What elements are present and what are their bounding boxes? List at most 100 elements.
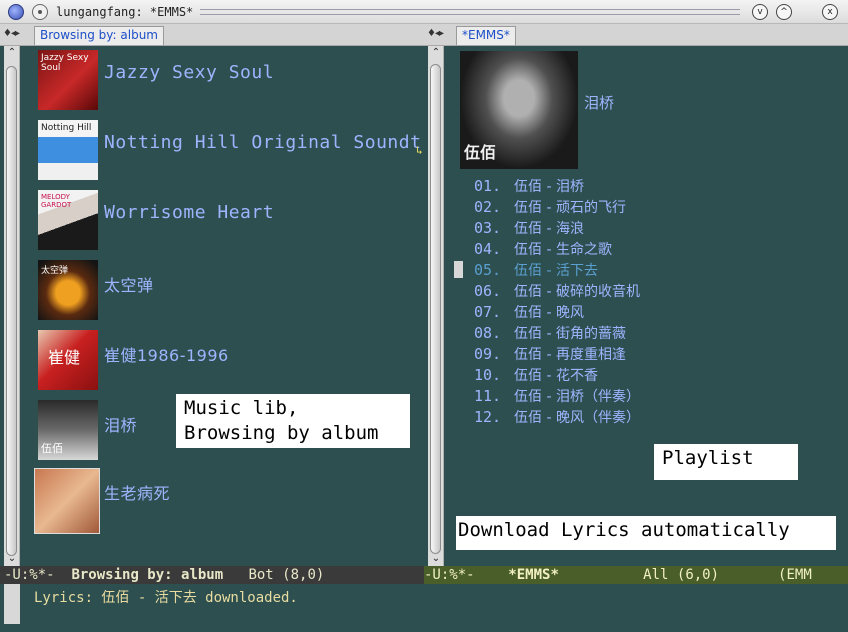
- track-number: 11.: [474, 387, 502, 405]
- window-title: lungangfang: *EMMS*: [56, 5, 194, 19]
- album-cover[interactable]: [34, 468, 100, 534]
- track-title: 伍佰 - 花不香: [514, 368, 598, 384]
- scrollbar[interactable]: [4, 584, 20, 624]
- scrollbar[interactable]: ⌃ ⌄: [4, 46, 20, 566]
- mode-line-buffer[interactable]: *EMMS*: [508, 567, 559, 583]
- track-item-current[interactable]: 05. 伍佰 - 活下去: [474, 260, 598, 280]
- track-item[interactable]: 01. 伍佰 - 泪桥: [474, 176, 584, 196]
- track-title: 伍佰 - 海浪: [514, 221, 584, 237]
- album-title[interactable]: Worrisome Heart: [104, 202, 274, 223]
- album-cover[interactable]: MELODY GARDOT: [38, 190, 98, 250]
- album-title[interactable]: 崔健1986-1996: [104, 342, 229, 366]
- playlist-annotation: Playlist: [654, 444, 798, 480]
- mode-line-buffer[interactable]: Browsing by: album: [71, 567, 223, 583]
- split-arrows-icon[interactable]: ♦◂▸: [427, 28, 444, 39]
- album-item[interactable]: MELODY GARDOT Worrisome Heart: [38, 190, 418, 252]
- scroll-down-icon[interactable]: ⌄: [4, 552, 20, 566]
- echo-area-message: Lyrics: 伍佰 - 活下去 downloaded.: [34, 590, 298, 606]
- scroll-thumb[interactable]: [430, 64, 441, 554]
- playlist-pane: ♦◂▸ *EMMS* ⌃ ⌄ 伍佰 泪桥 01. 伍佰 - 泪桥 02. 伍佰 - …: [424, 24, 848, 566]
- mode-line-right[interactable]: -U:%*- *EMMS* All (6,0) (EMM: [424, 566, 848, 584]
- track-number: 03.: [474, 219, 502, 237]
- minibuffer[interactable]: Lyrics: 伍佰 - 活下去 downloaded.: [0, 584, 848, 632]
- track-title: 伍佰 - 生命之歌: [514, 242, 612, 258]
- track-item[interactable]: 08. 伍佰 - 街角的蔷薇: [474, 323, 626, 343]
- maximize-button[interactable]: ^: [776, 4, 792, 20]
- track-number: 01.: [474, 177, 502, 195]
- track-item[interactable]: 06. 伍佰 - 破碎的收音机: [474, 281, 640, 301]
- album-item[interactable]: 太空弹 太空弹: [38, 260, 418, 322]
- cover-text: Jazzy Sexy Soul: [41, 53, 89, 73]
- track-number: 12.: [474, 408, 502, 426]
- album-item[interactable]: 崔健 崔健1986-1996: [38, 330, 418, 392]
- album-title[interactable]: 泪桥: [104, 412, 137, 436]
- album-item[interactable]: Jazzy Sexy Soul Jazzy Sexy Soul: [38, 50, 418, 112]
- track-item[interactable]: 02. 伍佰 - 顽石的飞行: [474, 197, 626, 217]
- track-item[interactable]: 09. 伍佰 - 再度重相逢: [474, 344, 626, 364]
- track-number: 08.: [474, 324, 502, 342]
- track-number: 04.: [474, 240, 502, 258]
- album-cover[interactable]: 伍佰: [38, 400, 98, 460]
- track-title: 伍佰 - 街角的蔷薇: [514, 326, 626, 342]
- cover-text: Notting Hill: [41, 123, 92, 133]
- track-item[interactable]: 04. 伍佰 - 生命之歌: [474, 239, 612, 259]
- mode-line-mode[interactable]: (EMM: [778, 567, 812, 583]
- pane-header: ♦◂▸ *EMMS*: [424, 24, 848, 46]
- track-title: 伍佰 - 破碎的收音机: [514, 284, 640, 300]
- album-cover[interactable]: Notting Hill: [38, 120, 98, 180]
- text-cursor: [454, 261, 463, 278]
- cover-text: MELODY GARDOT: [41, 193, 72, 209]
- minimize-button[interactable]: v: [752, 4, 768, 20]
- album-title[interactable]: Jazzy Sexy Soul: [104, 62, 274, 83]
- cover-text: 太空弹: [41, 266, 69, 276]
- mode-line-left[interactable]: -U:%*- Browsing by: album Bot (8,0): [0, 566, 424, 584]
- close-button[interactable]: x: [822, 4, 838, 20]
- track-title: 伍佰 - 顽石的飞行: [514, 200, 626, 216]
- track-title: 伍佰 - 再度重相逢: [514, 347, 626, 363]
- scroll-down-icon[interactable]: ⌄: [428, 552, 444, 566]
- album-item[interactable]: 生老病死: [34, 468, 418, 534]
- track-number: 02.: [474, 198, 502, 216]
- track-item[interactable]: 10. 伍佰 - 花不香: [474, 365, 598, 385]
- cover-text: 崔健: [48, 348, 81, 367]
- window-menu-icon[interactable]: [32, 4, 48, 20]
- track-item[interactable]: 03. 伍佰 - 海浪: [474, 218, 584, 238]
- album-title[interactable]: 太空弹: [104, 272, 154, 296]
- app-icon[interactable]: [8, 4, 24, 20]
- album-title[interactable]: 生老病死: [104, 480, 170, 504]
- album-cover[interactable]: 崔健: [38, 330, 98, 390]
- scroll-up-icon[interactable]: ⌃: [4, 46, 20, 60]
- mode-line-position: All (6,0): [643, 567, 720, 583]
- scroll-thumb[interactable]: [6, 66, 17, 556]
- album-item[interactable]: Notting Hill Notting Hill Original Sound…: [38, 120, 421, 182]
- album-title[interactable]: Notting Hill Original Soundt: [104, 132, 421, 153]
- track-number: 09.: [474, 345, 502, 363]
- track-number: 06.: [474, 282, 502, 300]
- track-number: 10.: [474, 366, 502, 384]
- split-arrows-icon[interactable]: ♦◂▸: [3, 28, 20, 39]
- cover-text: 伍佰: [41, 442, 63, 455]
- album-browser-pane: ♦◂▸ Browsing by: album ⌃ ⌄ Jazzy Sexy So…: [0, 24, 424, 566]
- truncation-arrow-icon: ↳: [416, 144, 423, 157]
- cover-text: 伍佰: [464, 143, 497, 162]
- tab-emms[interactable]: *EMMS*: [456, 26, 516, 45]
- mode-line-status: -U:%*-: [4, 567, 55, 583]
- mode-line-status: -U:%*-: [424, 567, 475, 583]
- music-lib-annotation: Music lib, Browsing by album: [176, 394, 410, 448]
- track-item[interactable]: 07. 伍佰 - 晚风: [474, 302, 584, 322]
- track-title: 伍佰 - 活下去: [514, 263, 598, 279]
- track-title: 伍佰 - 泪桥: [514, 179, 584, 195]
- album-cover[interactable]: Jazzy Sexy Soul: [38, 50, 98, 110]
- track-number: 07.: [474, 303, 502, 321]
- track-title: 伍佰 - 泪桥（伴奏）: [514, 389, 640, 405]
- track-item[interactable]: 11. 伍佰 - 泪桥（伴奏）: [474, 386, 640, 406]
- track-item[interactable]: 12. 伍佰 - 晚风（伴奏）: [474, 407, 640, 427]
- tab-browsing[interactable]: Browsing by: album: [34, 26, 164, 45]
- lyrics-annotation: Download Lyrics automatically: [456, 516, 836, 550]
- album-cover: 伍佰: [460, 51, 578, 169]
- scrollbar[interactable]: ⌃ ⌄: [428, 46, 444, 566]
- scroll-up-icon[interactable]: ⌃: [428, 46, 444, 60]
- pane-header: ♦◂▸ Browsing by: album: [0, 24, 424, 46]
- title-bar-decoration: [200, 9, 740, 15]
- album-cover[interactable]: 太空弹: [38, 260, 98, 320]
